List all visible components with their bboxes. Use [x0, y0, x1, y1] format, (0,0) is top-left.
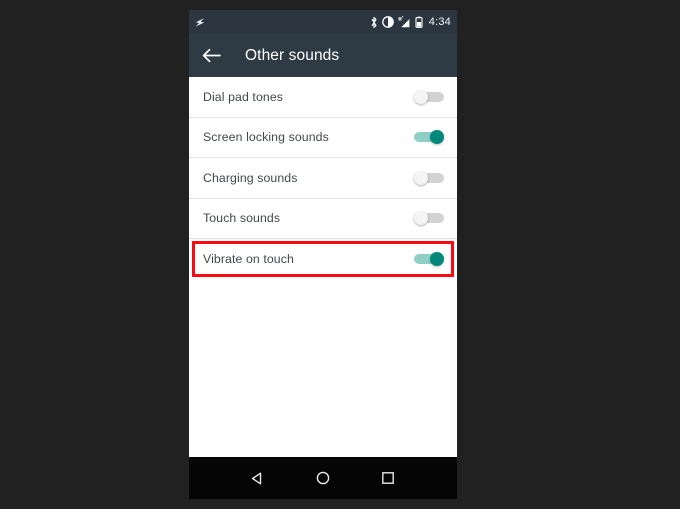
recents-nav-button[interactable] — [371, 461, 405, 495]
system-navigation-bar — [189, 457, 457, 499]
screenshot-flash-icon — [194, 16, 206, 29]
list-item-label: Touch sounds — [203, 211, 281, 226]
status-bar: 4:34 — [189, 10, 457, 34]
switch-thumb — [414, 170, 428, 185]
settings-list: Dial pad tones Screen locking sounds Cha… — [189, 77, 457, 457]
status-bar-left-icons — [194, 16, 206, 29]
switch-thumb — [430, 130, 444, 145]
list-item-label: Vibrate on touch — [203, 252, 294, 267]
status-bar-clock: 4:34 — [428, 16, 451, 28]
table-row[interactable]: Touch sounds — [189, 198, 457, 239]
table-row[interactable]: Dial pad tones — [189, 77, 457, 118]
battery-icon — [415, 16, 423, 29]
signal-bars-icon — [398, 15, 411, 29]
bluetooth-icon — [370, 16, 378, 29]
table-row[interactable]: Charging sounds — [189, 158, 457, 199]
list-item-label: Charging sounds — [203, 170, 298, 185]
switch-thumb — [414, 89, 428, 104]
status-bar-right-icons: 4:34 — [370, 15, 451, 29]
page-title: Other sounds — [245, 46, 340, 64]
toggle-switch-touch-sounds[interactable] — [414, 211, 444, 226]
home-nav-button[interactable] — [306, 461, 340, 495]
toggle-switch-screen-locking-sounds[interactable] — [414, 130, 444, 145]
switch-thumb — [430, 252, 444, 267]
toggle-switch-vibrate-on-touch[interactable] — [414, 252, 444, 267]
table-row[interactable]: Vibrate on touch — [189, 239, 457, 280]
back-nav-button[interactable] — [241, 461, 275, 495]
do-not-disturb-icon — [381, 16, 394, 28]
back-arrow-icon[interactable] — [200, 45, 222, 67]
toggle-switch-charging-sounds[interactable] — [414, 170, 444, 185]
list-item-label: Screen locking sounds — [203, 130, 329, 145]
app-toolbar: Other sounds — [189, 34, 457, 77]
table-row[interactable]: Screen locking sounds — [189, 117, 457, 158]
phone-screen: 4:34 Other sounds Dial pad tones Screen … — [189, 10, 457, 499]
switch-thumb — [414, 211, 428, 226]
toggle-switch-dial-pad-tones[interactable] — [414, 89, 444, 104]
list-item-label: Dial pad tones — [203, 89, 284, 104]
